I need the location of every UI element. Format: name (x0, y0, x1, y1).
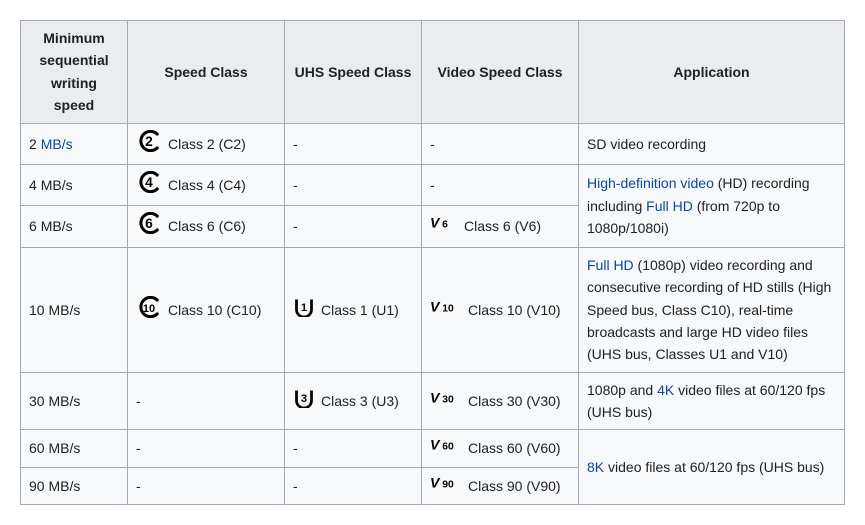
class-2-icon: 2 (136, 130, 162, 158)
svg-text:60: 60 (442, 442, 454, 453)
cell-uhs: - (285, 467, 422, 504)
cell-min-speed: 90 MB/s (21, 467, 128, 504)
cell-video: V90 Class 90 (V90) (422, 467, 579, 504)
svg-text:V: V (430, 298, 441, 314)
cell-min-speed: 6 MB/s (21, 206, 128, 247)
cell-speed-class: - (128, 430, 285, 467)
cell-application: SD video recording (579, 123, 845, 164)
svg-text:10: 10 (442, 303, 454, 314)
full-hd-link[interactable]: Full HD (646, 198, 693, 214)
cell-video: - (422, 123, 579, 164)
svg-text:V: V (430, 390, 441, 406)
svg-text:3: 3 (301, 393, 307, 405)
4k-link[interactable]: 4K (657, 382, 674, 398)
full-hd-link[interactable]: Full HD (587, 257, 634, 273)
cell-uhs: 1 Class 1 (U1) (285, 247, 422, 372)
cell-min-speed: 4 MB/s (21, 164, 128, 205)
hd-video-link[interactable]: High-definition video (587, 175, 714, 191)
speed-class-table: Minimum sequential writing speed Speed C… (20, 20, 845, 505)
cell-min-speed: 60 MB/s (21, 430, 128, 467)
cell-speed-class: 10 Class 10 (C10) (128, 247, 285, 372)
svg-text:V: V (430, 475, 441, 491)
cell-uhs: - (285, 123, 422, 164)
cell-application: 1080p and 4K video files at 60/120 fps (… (579, 372, 845, 430)
cell-video: V60 Class 60 (V60) (422, 430, 579, 467)
cell-application: Full HD (1080p) video recording and cons… (579, 247, 845, 372)
cell-speed-class: 2 Class 2 (C2) (128, 123, 285, 164)
v60-icon: V60 (430, 436, 462, 460)
class-10-icon: 10 (136, 296, 162, 324)
cell-min-speed: 30 MB/s (21, 372, 128, 430)
v90-icon: V90 (430, 474, 462, 498)
cell-speed-class: 6 Class 6 (C6) (128, 206, 285, 247)
cell-video: V30 Class 30 (V30) (422, 372, 579, 430)
cell-application: High-definition video (HD) recording inc… (579, 164, 845, 247)
v10-icon: V10 (430, 298, 462, 322)
header-min-speed: Minimum sequential writing speed (21, 21, 128, 124)
svg-text:4: 4 (145, 175, 153, 190)
svg-text:90: 90 (442, 480, 454, 491)
table-row: 10 MB/s 10 Class 10 (C10) 1 Class 1 (U1) (21, 247, 845, 372)
header-speed-class: Speed Class (128, 21, 285, 124)
cell-uhs: - (285, 164, 422, 205)
svg-text:10: 10 (143, 302, 155, 314)
cell-speed-class: - (128, 467, 285, 504)
svg-text:6: 6 (442, 220, 448, 231)
svg-text:2: 2 (145, 133, 153, 148)
u1-icon: 1 (293, 297, 315, 323)
header-uhs-class: UHS Speed Class (285, 21, 422, 124)
cell-speed-class: 4 Class 4 (C4) (128, 164, 285, 205)
v30-icon: V30 (430, 389, 462, 413)
svg-text:V: V (430, 437, 441, 453)
mbs-link[interactable]: MB/s (41, 136, 73, 152)
header-application: Application (579, 21, 845, 124)
cell-application: 8K video files at 60/120 fps (UHS bus) (579, 430, 845, 505)
u3-icon: 3 (293, 388, 315, 414)
cell-video: V6 Class 6 (V6) (422, 206, 579, 247)
svg-text:6: 6 (145, 216, 153, 231)
svg-text:1: 1 (301, 301, 307, 313)
cell-uhs: - (285, 430, 422, 467)
class-4-icon: 4 (136, 171, 162, 199)
table-row: 2 MB/s 2 Class 2 (C2) - - SD video recor… (21, 123, 845, 164)
table-header-row: Minimum sequential writing speed Speed C… (21, 21, 845, 124)
table-row: 60 MB/s - - V60 Class 60 (V60) 8K video … (21, 430, 845, 467)
cell-min-speed: 10 MB/s (21, 247, 128, 372)
header-video-class: Video Speed Class (422, 21, 579, 124)
svg-text:V: V (430, 215, 441, 231)
svg-text:30: 30 (442, 395, 454, 406)
8k-link[interactable]: 8K (587, 459, 604, 475)
table-row: 4 MB/s 4 Class 4 (C4) - - High-definitio… (21, 164, 845, 205)
v6-icon: V6 (430, 214, 458, 238)
cell-min-speed: 2 MB/s (21, 123, 128, 164)
table-row: 30 MB/s - 3 Class 3 (U3) V30 Class 30 (V… (21, 372, 845, 430)
cell-video: - (422, 164, 579, 205)
cell-uhs: - (285, 206, 422, 247)
cell-speed-class: - (128, 372, 285, 430)
cell-uhs: 3 Class 3 (U3) (285, 372, 422, 430)
cell-video: V10 Class 10 (V10) (422, 247, 579, 372)
class-6-icon: 6 (136, 212, 162, 240)
